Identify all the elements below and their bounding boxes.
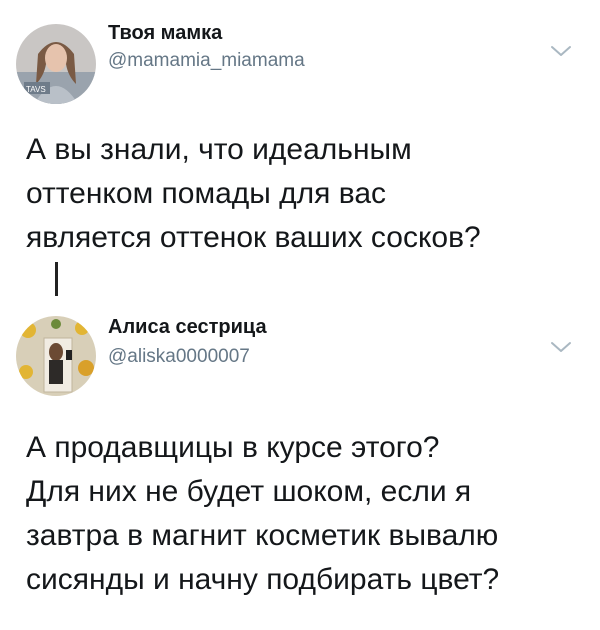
author-name[interactable]: Твоя мамка	[108, 22, 222, 45]
tweet-text: А продавщицы в курсе этого? Для них не б…	[26, 431, 500, 596]
tweet-reply: Алиса сестрица @aliska0000007 А продавщи…	[0, 300, 600, 630]
svg-text:TAVS: TAVS	[26, 85, 46, 94]
avatar-photo	[16, 316, 96, 396]
chevron-down-icon[interactable]	[550, 44, 572, 58]
avatar[interactable]	[16, 316, 96, 396]
author-name[interactable]: Алиса сестрица	[108, 316, 267, 339]
tweet-text: А вы знали, что идеальным оттенком помад…	[26, 133, 481, 254]
tweet-original: TAVS Твоя мамка @mamamia_miamama А вы зн…	[0, 0, 600, 300]
author-handle[interactable]: @aliska0000007	[108, 346, 250, 368]
thread-connector	[55, 262, 58, 296]
author-handle[interactable]: @mamamia_miamama	[108, 50, 305, 72]
chevron-down-icon[interactable]	[550, 340, 572, 354]
avatar-photo: TAVS	[16, 24, 96, 104]
avatar[interactable]: TAVS	[16, 24, 96, 104]
